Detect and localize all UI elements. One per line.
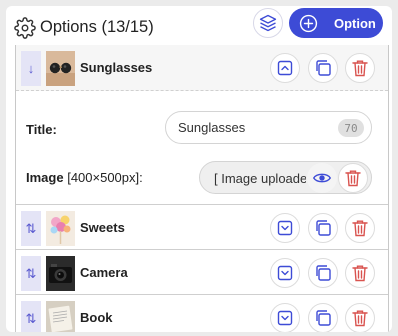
option-title: Camera xyxy=(80,265,128,280)
options-header: Options (13/15) Option xyxy=(6,6,392,42)
layers-icon xyxy=(259,14,277,32)
copy-icon xyxy=(316,220,331,236)
gear-icon[interactable] xyxy=(14,17,36,39)
image-field-value: [ Image uploaded ] xyxy=(214,171,306,186)
trash-icon xyxy=(352,220,368,237)
option-row-sweets[interactable]: ⇅ Sweets xyxy=(16,204,388,250)
expand-button[interactable] xyxy=(270,213,300,243)
drag-handle[interactable]: ⇅ xyxy=(21,301,41,332)
collapse-button[interactable] xyxy=(270,53,300,83)
option-thumbnail xyxy=(46,211,75,246)
duplicate-button[interactable] xyxy=(308,258,338,288)
option-thumbnail xyxy=(46,301,75,332)
option-row-sunglasses[interactable]: ↓ Sunglasses xyxy=(16,45,388,91)
chevron-down-icon xyxy=(277,220,293,236)
delete-button[interactable] xyxy=(345,303,375,332)
drag-handle[interactable]: ⇅ xyxy=(21,256,41,291)
expand-button[interactable] xyxy=(270,303,300,332)
duplicate-button[interactable] xyxy=(308,53,338,83)
delete-button[interactable] xyxy=(345,53,375,83)
image-field-label: Image [400×500px]: xyxy=(26,170,143,185)
eye-icon xyxy=(313,173,331,183)
image-size-hint: [400×500px]: xyxy=(67,170,143,185)
delete-button[interactable] xyxy=(345,258,375,288)
option-title: Sunglasses xyxy=(80,60,153,75)
drag-handle[interactable]: ↓ xyxy=(21,51,41,86)
duplicate-button[interactable] xyxy=(308,213,338,243)
plus-circle-icon xyxy=(299,14,318,32)
title-input-value: Sunglasses xyxy=(178,120,246,135)
option-title: Sweets xyxy=(80,220,125,235)
image-field[interactable]: [ Image uploaded ] xyxy=(199,161,372,194)
options-title: Options (13/15) xyxy=(40,18,154,36)
copy-icon xyxy=(316,310,331,326)
delete-button[interactable] xyxy=(345,213,375,243)
trash-icon xyxy=(345,170,361,187)
add-option-label: Option xyxy=(334,15,376,31)
option-title: Book xyxy=(80,310,113,325)
trash-icon xyxy=(352,60,368,77)
expand-button[interactable] xyxy=(270,258,300,288)
duplicate-button[interactable] xyxy=(308,303,338,332)
title-field-label: Title: xyxy=(26,122,57,137)
image-label: Image xyxy=(26,170,64,185)
title-input[interactable]: Sunglasses 70 xyxy=(165,111,372,144)
option-thumbnail xyxy=(46,256,75,291)
chevron-up-icon xyxy=(277,60,293,76)
copy-icon xyxy=(316,265,331,281)
options-panel: Options (13/15) Option ↓ Sunglasses Titl… xyxy=(6,6,392,332)
chevron-down-icon xyxy=(277,310,293,326)
add-option-button[interactable]: Option xyxy=(289,8,383,38)
remove-image-button[interactable] xyxy=(338,163,368,193)
copy-icon xyxy=(316,60,331,76)
option-row-book[interactable]: ⇅ Book xyxy=(16,294,388,332)
layers-button[interactable] xyxy=(253,8,283,38)
options-list: ↓ Sunglasses Title: Sunglasses 70 Image … xyxy=(15,45,389,332)
char-count-badge: 70 xyxy=(338,119,364,137)
chevron-down-icon xyxy=(277,265,293,281)
option-thumbnail xyxy=(46,51,75,86)
trash-icon xyxy=(352,310,368,327)
drag-handle[interactable]: ⇅ xyxy=(21,211,41,246)
option-detail: Title: Sunglasses 70 Image [400×500px]: … xyxy=(16,94,388,208)
option-row-camera[interactable]: ⇅ Camera xyxy=(16,249,388,295)
trash-icon xyxy=(352,265,368,282)
preview-image-button[interactable] xyxy=(307,163,337,193)
